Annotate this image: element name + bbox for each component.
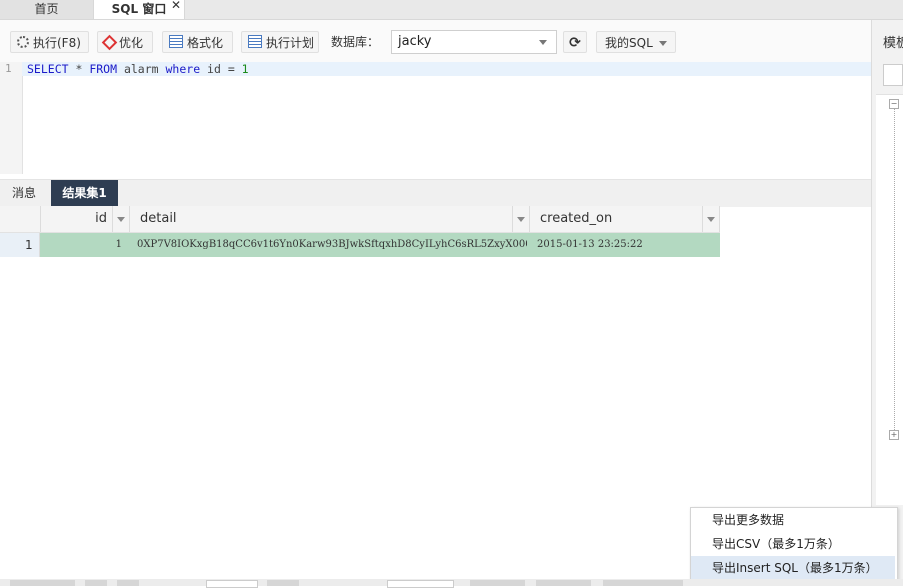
optimize-button[interactable]: 优化 bbox=[97, 31, 153, 53]
code-value: 1 bbox=[241, 62, 249, 76]
collapse-icon[interactable]: − bbox=[889, 99, 899, 109]
database-value: jacky bbox=[398, 34, 432, 49]
dropdown-arrow-icon[interactable] bbox=[702, 206, 719, 232]
footer-control[interactable] bbox=[603, 580, 683, 586]
explain-label: 执行计划 bbox=[266, 36, 315, 50]
tab-sql-window[interactable]: SQL 窗口 ✕ bbox=[93, 0, 185, 19]
dropdown-arrow-icon[interactable] bbox=[512, 206, 529, 232]
format-icon bbox=[169, 35, 183, 48]
template-tree[interactable] bbox=[876, 94, 903, 505]
optimize-icon bbox=[101, 34, 118, 51]
tree-connector bbox=[894, 104, 895, 434]
footer-control[interactable] bbox=[267, 580, 299, 586]
menu-item-export-insert-sql[interactable]: 导出Insert SQL（最多1万条） bbox=[691, 556, 895, 580]
format-label: 格式化 bbox=[187, 36, 224, 50]
tab-sql-window-label: SQL 窗口 bbox=[111, 2, 167, 16]
tab-result-set-1[interactable]: 结果集1 bbox=[51, 180, 118, 206]
close-icon[interactable]: ✕ bbox=[171, 0, 181, 15]
template-panel-title: 模板 bbox=[883, 36, 903, 51]
column-header-id[interactable]: id bbox=[41, 206, 130, 232]
editor-gutter bbox=[0, 62, 23, 174]
expand-icon[interactable]: + bbox=[889, 430, 899, 440]
row-number-header bbox=[0, 206, 41, 232]
column-label-id: id bbox=[95, 211, 107, 226]
explain-button[interactable]: 执行计划 bbox=[241, 31, 319, 53]
cell-id[interactable]: 1 bbox=[100, 233, 122, 257]
row-number: 1 bbox=[25, 238, 33, 252]
sql-editor[interactable] bbox=[0, 62, 871, 174]
menu-item-export-more[interactable]: 导出更多数据 bbox=[691, 508, 895, 532]
format-button[interactable]: 格式化 bbox=[162, 31, 233, 53]
code-table: alarm bbox=[117, 62, 166, 76]
dropdown-arrow-icon[interactable] bbox=[112, 206, 129, 232]
execute-button[interactable]: 执行(F8) bbox=[10, 31, 89, 53]
footer-control[interactable] bbox=[536, 580, 591, 586]
row-number-cell[interactable]: 1 bbox=[0, 233, 40, 257]
code-condition: id = bbox=[200, 62, 242, 76]
run-gear-icon bbox=[17, 36, 29, 48]
cell-created-on[interactable]: 2015-01-13 23:25:22 bbox=[537, 233, 717, 257]
explain-plan-icon bbox=[248, 35, 262, 48]
my-sql-button[interactable]: 我的SQL bbox=[596, 31, 676, 53]
page-input[interactable] bbox=[206, 580, 258, 588]
keyword-select: SELECT bbox=[27, 62, 69, 76]
column-label-detail: detail bbox=[140, 211, 177, 226]
chevron-down-icon bbox=[539, 40, 547, 45]
tab-messages[interactable]: 消息 bbox=[0, 180, 48, 206]
tab-home[interactable]: 首页 bbox=[0, 0, 93, 19]
column-label-created-on: created_on bbox=[540, 211, 613, 226]
refresh-icon: ⟳ bbox=[569, 35, 581, 51]
keyword-where: where bbox=[165, 62, 201, 76]
execute-label: 执行(F8) bbox=[33, 36, 81, 50]
footer-control[interactable] bbox=[470, 580, 525, 586]
refresh-button[interactable]: ⟳ bbox=[563, 31, 587, 53]
chevron-down-icon bbox=[659, 41, 667, 46]
cell-detail[interactable]: 0XP7V8IOKxgB18qCC6v1t6Yn0Karw93BJwkSftqx… bbox=[137, 233, 527, 257]
line-number: 1 bbox=[5, 62, 12, 75]
page-size-input[interactable] bbox=[387, 580, 454, 588]
result-tab-bar bbox=[0, 179, 871, 207]
code-star: * bbox=[68, 62, 90, 76]
database-label: 数据库： bbox=[331, 35, 380, 49]
footer-control[interactable] bbox=[10, 580, 75, 586]
my-sql-label: 我的SQL bbox=[605, 36, 653, 50]
column-header-detail[interactable]: detail bbox=[130, 206, 530, 232]
sql-code-line[interactable]: SELECT * FROM alarm where id = 1 bbox=[27, 62, 249, 76]
footer-control[interactable] bbox=[117, 580, 139, 586]
database-select[interactable]: jacky bbox=[391, 30, 557, 54]
menu-item-export-csv[interactable]: 导出CSV（最多1万条） bbox=[691, 532, 895, 556]
optimize-label: 优化 bbox=[119, 36, 144, 50]
footer-control[interactable] bbox=[85, 580, 107, 586]
template-search-input[interactable] bbox=[883, 64, 903, 86]
keyword-from: FROM bbox=[89, 62, 118, 76]
column-header-created-on[interactable]: created_on bbox=[530, 206, 720, 232]
